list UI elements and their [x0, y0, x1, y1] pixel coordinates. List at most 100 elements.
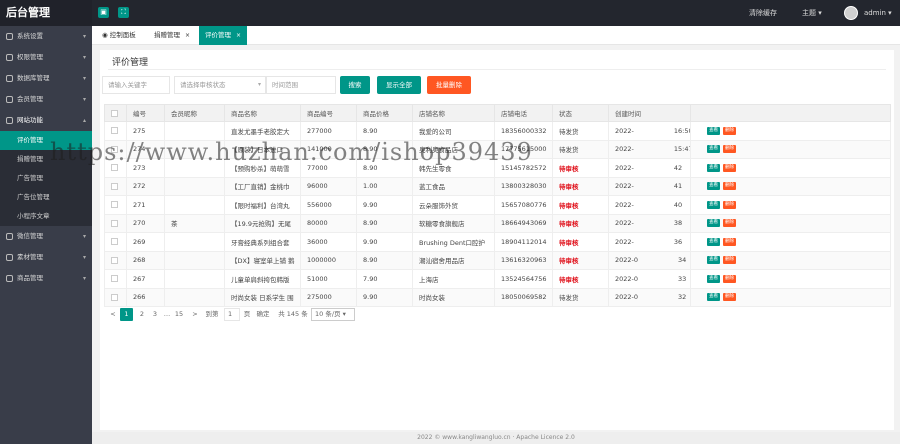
- chevron-down-icon: ▾: [82, 33, 86, 40]
- delete-button[interactable]: 删除: [723, 200, 736, 209]
- batch-delete-button[interactable]: 批量删除: [427, 76, 471, 94]
- sidebar-subnav: 评价管理 捐赠管理 广告管理 广告位管理 小程序文章: [0, 131, 92, 226]
- sidebar-toggle-button[interactable]: ▣: [98, 7, 109, 18]
- delete-button[interactable]: 删除: [723, 126, 736, 135]
- cell-price: 8.90: [356, 158, 413, 178]
- fullscreen-button[interactable]: ⛶: [118, 7, 129, 18]
- page-button[interactable]: 3: [150, 308, 160, 321]
- select-all-cell[interactable]: [104, 104, 127, 122]
- row-select-cell[interactable]: [104, 287, 127, 307]
- search-button[interactable]: 搜索: [340, 76, 370, 94]
- delete-button[interactable]: 删除: [723, 145, 736, 154]
- tab-dashboard[interactable]: ◉ 控制面板: [96, 26, 142, 45]
- prev-page-button[interactable]: <: [108, 308, 118, 321]
- tab-reviews[interactable]: 评价管理 ×: [199, 26, 248, 45]
- show-all-button[interactable]: 显示全部: [377, 76, 421, 94]
- per-page-select[interactable]: 10 条/页 ▾: [311, 308, 355, 321]
- delete-button[interactable]: 删除: [723, 293, 736, 302]
- row-checkbox[interactable]: [111, 238, 118, 246]
- close-icon[interactable]: ×: [236, 32, 241, 39]
- sidebar-subitem-ads[interactable]: 广告管理: [0, 169, 92, 188]
- goto-page-input[interactable]: 1: [224, 308, 240, 321]
- cell-code: 51000: [300, 269, 357, 289]
- close-icon[interactable]: ×: [185, 32, 190, 39]
- delete-button[interactable]: 删除: [723, 163, 736, 172]
- sidebar-item-database[interactable]: 数据库管理 ▾: [0, 68, 92, 89]
- reviews-table: 编号 会员昵称 商品名称 商品编号 商品价格 店铺名称 店铺电话 状态 创建时间…: [104, 104, 891, 307]
- page-button[interactable]: 15: [172, 308, 186, 321]
- sidebar-item-materials[interactable]: 素材管理 ▾: [0, 247, 92, 268]
- view-button[interactable]: 查看: [707, 200, 720, 209]
- time-range-input[interactable]: 时间范围: [266, 76, 336, 94]
- sidebar-item-members[interactable]: 会员管理 ▾: [0, 89, 92, 110]
- row-select-cell[interactable]: [104, 195, 127, 215]
- cart-icon: [6, 275, 13, 282]
- sidebar-subitem-reviews[interactable]: 评价管理: [0, 131, 92, 150]
- home-icon: ◉: [102, 31, 110, 39]
- row-checkbox[interactable]: [111, 127, 118, 135]
- delete-button[interactable]: 删除: [723, 237, 736, 246]
- page-button[interactable]: 2: [137, 308, 147, 321]
- row-checkbox[interactable]: [111, 293, 118, 301]
- row-checkbox[interactable]: [111, 219, 118, 227]
- view-button[interactable]: 查看: [707, 182, 720, 191]
- view-button[interactable]: 查看: [707, 237, 720, 246]
- status-badge: 待审核: [559, 220, 579, 229]
- column-header: 店铺电话: [494, 104, 553, 122]
- sidebar-item-site[interactable]: 网站功能 ▴: [0, 110, 92, 131]
- sidebar-item-system[interactable]: 系统设置 ▾: [0, 26, 92, 47]
- view-button[interactable]: 查看: [707, 126, 720, 135]
- select-all-checkbox[interactable]: [111, 109, 118, 117]
- status-badge: 待发货: [559, 294, 579, 303]
- avatar[interactable]: [844, 6, 858, 20]
- view-button[interactable]: 查看: [707, 293, 720, 302]
- cell-actions: 查看 删除: [690, 195, 891, 215]
- page-button-current[interactable]: 1: [120, 308, 133, 321]
- sidebar-item-goods[interactable]: 商品管理 ▾: [0, 268, 92, 289]
- delete-button[interactable]: 删除: [723, 256, 736, 265]
- tab-label: 捐赠管理: [154, 31, 180, 39]
- clear-cache-link[interactable]: 清除缓存: [749, 0, 777, 26]
- view-button[interactable]: 查看: [707, 163, 720, 172]
- sidebar-item-permission[interactable]: 权限管理 ▾: [0, 47, 92, 68]
- sidebar-subitem-ad-slots[interactable]: 广告位管理: [0, 188, 92, 207]
- row-select-cell[interactable]: [104, 158, 127, 178]
- row-select-cell[interactable]: [104, 176, 127, 196]
- view-button[interactable]: 查看: [707, 256, 720, 265]
- row-select-cell[interactable]: [104, 121, 127, 141]
- cell-id: 273: [126, 158, 165, 178]
- user-menu[interactable]: admin ▾: [864, 0, 892, 26]
- theme-menu[interactable]: 主题 ▾: [802, 0, 822, 26]
- row-checkbox[interactable]: [111, 182, 118, 190]
- goto-confirm-button[interactable]: 确定: [255, 308, 271, 321]
- delete-button[interactable]: 删除: [723, 219, 736, 228]
- row-select-cell[interactable]: [104, 213, 127, 233]
- row-select-cell[interactable]: [104, 250, 127, 270]
- row-checkbox[interactable]: [111, 164, 118, 172]
- delete-button[interactable]: 删除: [723, 274, 736, 283]
- time-prefix: 2022-: [615, 145, 634, 154]
- column-header: 商品名称: [224, 104, 301, 122]
- row-checkbox[interactable]: [111, 275, 118, 283]
- view-button[interactable]: 查看: [707, 145, 720, 154]
- database-icon: [6, 75, 13, 82]
- next-page-button[interactable]: >: [190, 308, 200, 321]
- row-checkbox[interactable]: [111, 256, 118, 264]
- sidebar-subitem-donations[interactable]: 捐赠管理: [0, 150, 92, 169]
- view-button[interactable]: 查看: [707, 219, 720, 228]
- row-select-cell[interactable]: [104, 269, 127, 289]
- row-select-cell[interactable]: [104, 232, 127, 252]
- time-suffix: 36: [673, 237, 683, 246]
- delete-button[interactable]: 删除: [723, 182, 736, 191]
- cell-code: 77000: [300, 158, 357, 178]
- view-button[interactable]: 查看: [707, 274, 720, 283]
- keyword-input[interactable]: 请输入关键字: [102, 76, 170, 94]
- tab-donations[interactable]: 捐赠管理 ×: [148, 26, 196, 45]
- row-checkbox[interactable]: [111, 145, 118, 153]
- sidebar-item-wechat[interactable]: 微信管理 ▾: [0, 226, 92, 247]
- status-select[interactable]: 请选择审核状态 ▾: [174, 76, 266, 94]
- row-checkbox[interactable]: [111, 201, 118, 209]
- cell-product: 【工厂直销】金桃巾: [224, 176, 301, 196]
- sidebar-subitem-articles[interactable]: 小程序文章: [0, 207, 92, 226]
- row-select-cell[interactable]: [104, 139, 127, 159]
